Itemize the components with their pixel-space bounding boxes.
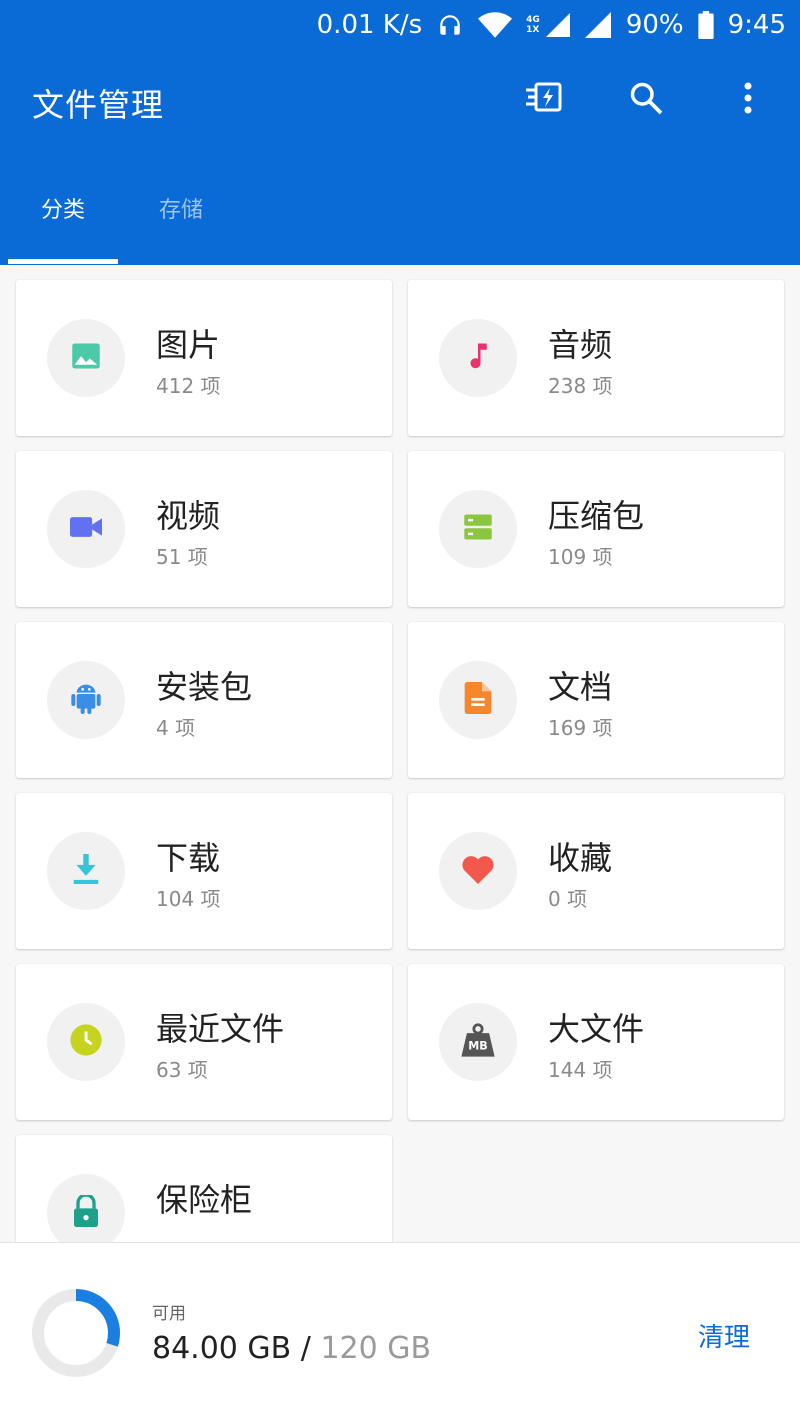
- clean-button[interactable]: 清理: [698, 1317, 750, 1354]
- category-name: 下载: [156, 839, 221, 877]
- app-bar: 文件管理 分类 存储: [0, 50, 800, 265]
- category-count: 144 项: [548, 1058, 613, 1082]
- image-icon: [71, 341, 101, 375]
- category-count: 109 项: [548, 545, 613, 569]
- network-type: 4G 1X: [526, 15, 540, 35]
- category-name: 最近文件: [156, 1010, 285, 1048]
- battery-percent: 90%: [625, 10, 684, 40]
- network-speed: 0.01 K/s: [316, 10, 423, 40]
- category-name: 视频: [156, 497, 221, 535]
- video-camera-icon: [70, 514, 102, 544]
- category-card-downloads[interactable]: 下载 104 项: [16, 793, 392, 949]
- total-value: 120 GB: [320, 1331, 432, 1366]
- storage-separator: /: [291, 1331, 321, 1366]
- category-card-large-files[interactable]: MB 大文件 144 项: [408, 964, 784, 1120]
- category-card-images[interactable]: 图片 412 项: [16, 280, 392, 436]
- storage-panel: 可用 84.00 GB / 120 GB 清理: [0, 1242, 800, 1422]
- more-vert-icon: [743, 81, 753, 119]
- category-count: 51 项: [156, 545, 208, 569]
- wifi-icon: [478, 12, 513, 38]
- document-icon: [464, 682, 492, 718]
- page-title: 文件管理: [32, 86, 165, 124]
- category-card-documents[interactable]: 文档 169 项: [408, 622, 784, 778]
- category-card-archive[interactable]: 压缩包 109 项: [408, 451, 784, 607]
- category-card-video[interactable]: 视频 51 项: [16, 451, 392, 607]
- available-value: 84.00 GB: [152, 1331, 292, 1366]
- category-count: 169 项: [548, 716, 613, 740]
- flash-transfer-button[interactable]: [522, 78, 566, 122]
- category-name: 大文件: [548, 1010, 645, 1048]
- category-count: 238 项: [548, 374, 613, 398]
- storage-value: 84.00 GB / 120 GB: [152, 1331, 431, 1366]
- category-count: 412 项: [156, 374, 221, 398]
- category-card-audio[interactable]: 音频 238 项: [408, 280, 784, 436]
- music-note-icon: [463, 341, 493, 375]
- android-icon: [70, 680, 102, 720]
- category-name: 文档: [548, 668, 613, 706]
- category-name: 压缩包: [548, 497, 645, 535]
- available-label: 可用: [152, 1304, 186, 1324]
- category-card-apk[interactable]: 安装包 4 项: [16, 622, 392, 778]
- storage-ring: [32, 1289, 120, 1377]
- category-count: 4 项: [156, 716, 196, 740]
- category-card-favorites[interactable]: 收藏 0 项: [408, 793, 784, 949]
- category-name: 收藏: [548, 839, 613, 877]
- category-name: 音频: [548, 326, 613, 364]
- clock-time: 9:45: [727, 10, 786, 40]
- heart-icon: [461, 854, 495, 888]
- weight-icon: MB: [460, 1023, 496, 1061]
- flash-transfer-icon: [524, 80, 564, 120]
- tab-bar: 分类 存储: [0, 190, 236, 265]
- archive-icon: [463, 512, 493, 546]
- tab-storage[interactable]: 存储: [126, 190, 236, 265]
- headphones-icon: [436, 12, 464, 38]
- category-name: 安装包: [156, 668, 253, 706]
- signal-icon: [545, 13, 570, 37]
- category-card-recent[interactable]: 最近文件 63 项: [16, 964, 392, 1120]
- status-bar: 0.01 K/s 4G 1X 90% 9:45: [0, 0, 800, 50]
- download-icon: [72, 854, 100, 888]
- svg-text:MB: MB: [468, 1040, 487, 1053]
- more-options-button[interactable]: [726, 78, 770, 122]
- tab-category[interactable]: 分类: [8, 190, 118, 265]
- category-name: 保险柜: [156, 1181, 253, 1219]
- clock-icon: [69, 1023, 103, 1061]
- search-button[interactable]: [624, 78, 668, 122]
- category-count: 63 项: [156, 1058, 208, 1082]
- category-name: 图片: [156, 326, 221, 364]
- lock-icon: [72, 1193, 100, 1231]
- category-count: 104 项: [156, 887, 221, 911]
- category-count: 0 项: [548, 887, 588, 911]
- battery-icon: [697, 11, 714, 39]
- tab-indicator: [8, 259, 118, 264]
- signal-icon-2: [584, 12, 612, 38]
- search-icon: [628, 80, 664, 120]
